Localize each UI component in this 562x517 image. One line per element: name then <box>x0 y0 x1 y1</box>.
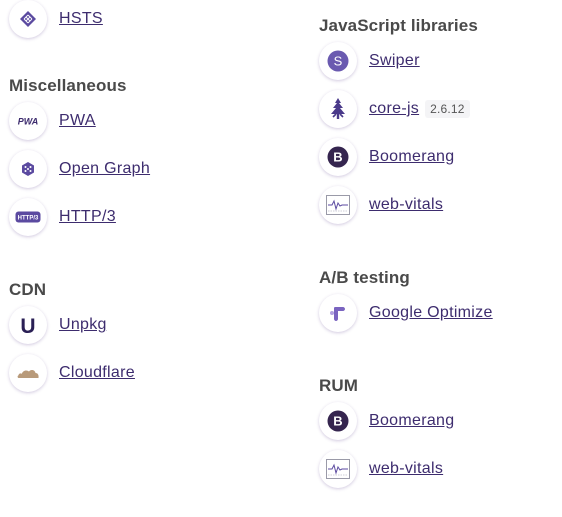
http3-link[interactable]: HTTP/3 <box>59 208 116 226</box>
technology-item-web-vitals[interactable]: web-vitals <box>319 181 559 229</box>
section-heading-miscellaneous: Miscellaneous <box>9 76 127 95</box>
pwa-link[interactable]: PWA <box>59 112 96 130</box>
technology-item-http3[interactable]: HTTP/3 HTTP/3 <box>9 193 289 241</box>
technology-item-web-vitals-rum[interactable]: web-vitals <box>319 445 559 493</box>
section-heading-ab-testing: A/B testing <box>319 268 410 287</box>
section-heading-rum: RUM <box>319 376 359 395</box>
open-graph-icon <box>9 150 47 188</box>
technology-item-pwa[interactable]: PWA PWA <box>9 97 289 145</box>
boomerang-icon: B <box>319 138 357 176</box>
svg-text:U: U <box>20 315 35 336</box>
http3-icon: HTTP/3 <box>9 198 47 236</box>
section-heading-cdn: CDN <box>9 280 47 299</box>
boomerang-link[interactable]: Boomerang <box>369 412 454 430</box>
technology-item-hsts[interactable]: HSTS <box>9 0 289 43</box>
hsts-icon <box>9 0 47 38</box>
core-js-link[interactable]: core-js <box>369 100 419 118</box>
open-graph-link[interactable]: Open Graph <box>59 160 150 178</box>
unpkg-link[interactable]: Unpkg <box>59 316 107 334</box>
boomerang-link[interactable]: Boomerang <box>369 148 454 166</box>
web-vitals-link[interactable]: web-vitals <box>369 460 443 478</box>
svg-text:S: S <box>334 54 343 69</box>
svg-text:PWA: PWA <box>18 117 39 127</box>
boomerang-icon: B <box>319 402 357 440</box>
section-heading-javascript-libraries: JavaScript libraries <box>319 16 478 35</box>
technology-item-boomerang-rum[interactable]: B Boomerang <box>319 397 559 445</box>
google-optimize-icon <box>319 294 357 332</box>
ab-testing-section: A/B testing Google Optimize <box>319 267 559 337</box>
cloudflare-link[interactable]: Cloudflare <box>59 364 135 382</box>
svg-text:B: B <box>333 414 342 429</box>
technology-item-cloudflare[interactable]: Cloudflare <box>9 349 289 397</box>
cdn-section: CDN U Unpkg Cloudflare <box>9 279 289 397</box>
svg-text:B: B <box>333 150 342 165</box>
technology-item-core-js[interactable]: core-js 2.6.12 <box>319 85 559 133</box>
technology-item-open-graph[interactable]: Open Graph <box>9 145 289 193</box>
technology-item-boomerang[interactable]: B Boomerang <box>319 133 559 181</box>
hsts-link[interactable]: HSTS <box>59 10 103 28</box>
rum-section: RUM B Boomerang web-vitals <box>319 375 559 493</box>
technology-item-unpkg[interactable]: U Unpkg <box>9 301 289 349</box>
google-optimize-link[interactable]: Google Optimize <box>369 304 493 322</box>
miscellaneous-section: Miscellaneous PWA PWA Open Graph HTTP/3 … <box>9 75 289 241</box>
web-vitals-icon <box>319 186 357 224</box>
hsts-section: HSTS <box>9 0 289 43</box>
technology-item-swiper[interactable]: S Swiper <box>319 37 559 85</box>
technology-item-google-optimize[interactable]: Google Optimize <box>319 289 559 337</box>
web-vitals-icon <box>319 450 357 488</box>
swiper-icon: S <box>319 42 357 80</box>
core-js-version-badge: 2.6.12 <box>425 100 470 118</box>
swiper-link[interactable]: Swiper <box>369 52 420 70</box>
unpkg-icon: U <box>9 306 47 344</box>
web-vitals-link[interactable]: web-vitals <box>369 196 443 214</box>
svg-text:HTTP/3: HTTP/3 <box>18 216 39 222</box>
core-js-icon <box>319 90 357 128</box>
cloudflare-icon <box>9 354 47 392</box>
javascript-libraries-section: JavaScript libraries S Swiper core-js 2.… <box>319 15 559 229</box>
pwa-icon: PWA <box>9 102 47 140</box>
